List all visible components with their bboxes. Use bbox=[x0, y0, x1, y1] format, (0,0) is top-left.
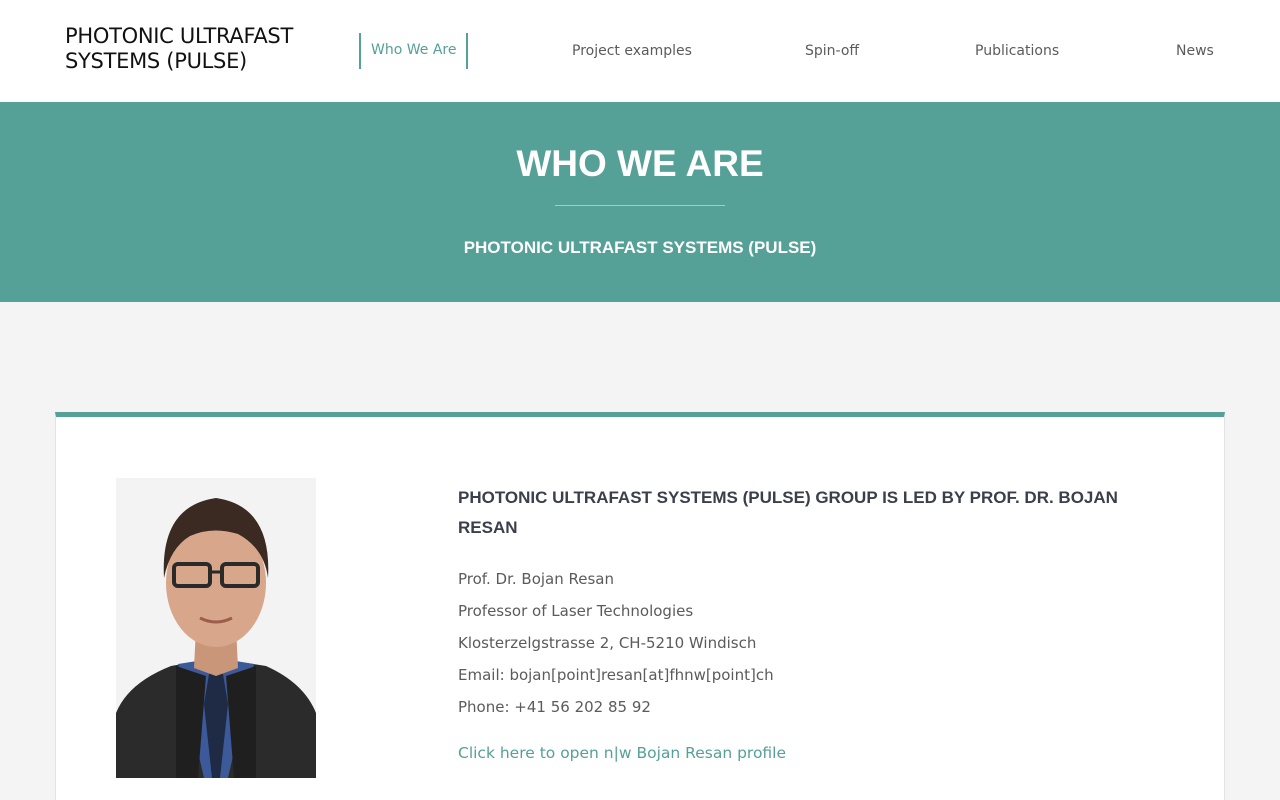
profile-info: PHOTONIC ULTRAFAST SYSTEMS (PULSE) GROUP… bbox=[458, 483, 1158, 763]
profile-photo bbox=[116, 478, 316, 778]
nav-who-we-are[interactable]: Who We Are bbox=[359, 33, 469, 69]
profile-card: PHOTONIC ULTRAFAST SYSTEMS (PULSE) GROUP… bbox=[55, 412, 1225, 800]
nav-news[interactable]: News bbox=[1176, 42, 1214, 60]
group-leader-heading: PHOTONIC ULTRAFAST SYSTEMS (PULSE) GROUP… bbox=[458, 488, 1118, 537]
contact-details: Prof. Dr. Bojan Resan Professor of Laser… bbox=[458, 563, 1158, 723]
logo-line-2: SYSTEMS (PULSE) bbox=[65, 49, 247, 73]
person-address: Klosterzelgstrasse 2, CH-5210 Windisch bbox=[458, 634, 757, 652]
hero-divider bbox=[555, 205, 725, 206]
nav-spin-off[interactable]: Spin-off bbox=[805, 42, 859, 60]
nav-project-examples[interactable]: Project examples bbox=[572, 42, 692, 60]
site-logo[interactable]: PHOTONIC ULTRAFAST SYSTEMS (PULSE) bbox=[65, 24, 305, 74]
page-hero: WHO WE ARE PHOTONIC ULTRAFAST SYSTEMS (P… bbox=[0, 102, 1280, 302]
page-title: WHO WE ARE bbox=[516, 143, 764, 184]
open-profile-link[interactable]: Click here to open n|w Bojan Resan profi… bbox=[458, 743, 786, 763]
person-title: Professor of Laser Technologies bbox=[458, 602, 694, 620]
page-subtitle: PHOTONIC ULTRAFAST SYSTEMS (PULSE) bbox=[463, 238, 817, 257]
site-header: PHOTONIC ULTRAFAST SYSTEMS (PULSE) Who W… bbox=[0, 0, 1280, 102]
logo-line-1: PHOTONIC ULTRAFAST bbox=[65, 24, 293, 48]
person-phone: Phone: +41 56 202 85 92 bbox=[458, 698, 651, 716]
person-name: Prof. Dr. Bojan Resan bbox=[458, 570, 614, 588]
nav-publications[interactable]: Publications bbox=[975, 42, 1059, 60]
person-email: Email: bojan[point]resan[at]fhnw[point]c… bbox=[458, 666, 774, 684]
